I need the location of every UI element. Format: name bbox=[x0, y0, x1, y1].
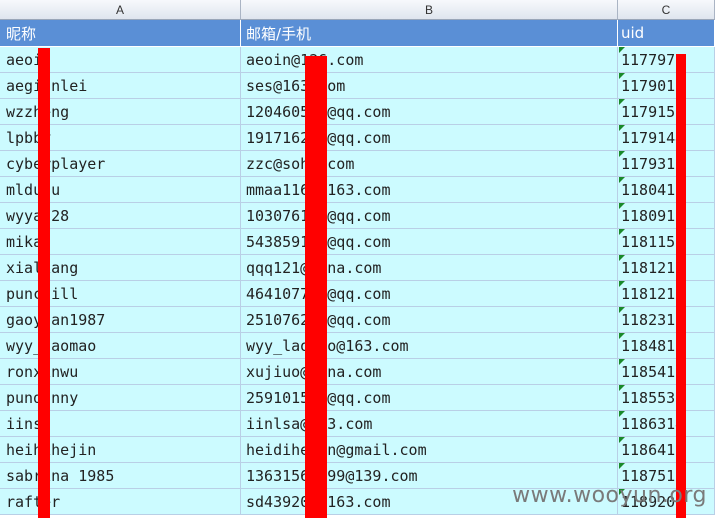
cell-email[interactable]: aeoin@126.com bbox=[241, 47, 618, 72]
redaction-bar-email bbox=[305, 56, 327, 518]
redaction-bar-uid bbox=[676, 54, 686, 518]
cell-nickname[interactable]: aeoin bbox=[0, 47, 241, 72]
column-header-b[interactable]: B bbox=[241, 0, 618, 20]
header-cell-email[interactable]: 邮箱/手机 bbox=[241, 20, 618, 46]
cell-nickname[interactable]: aegianlei bbox=[0, 73, 241, 98]
cell-uid[interactable]: 1184819 bbox=[618, 333, 715, 358]
cell-uid[interactable]: 1181155 bbox=[618, 229, 715, 254]
number-as-text-indicator-icon bbox=[619, 47, 625, 53]
number-as-text-indicator-icon bbox=[619, 411, 625, 417]
cell-uid[interactable]: 1180413 bbox=[618, 177, 715, 202]
data-rows: aeoinaeoin@126.com1177978aegianleises@16… bbox=[0, 47, 715, 515]
number-as-text-indicator-icon bbox=[619, 359, 625, 365]
table-row: wyy_laomao wyy_laomao@163.com 1184819 bbox=[0, 333, 715, 359]
table-row: lpbby191716244@qq.com1179144 bbox=[0, 125, 715, 151]
cell-uid[interactable]: 1179155 bbox=[618, 99, 715, 124]
cell-nickname[interactable]: cyberplayer bbox=[0, 151, 241, 176]
cell-email[interactable]: 543859120@qq.com bbox=[241, 229, 618, 254]
cell-nickname[interactable]: mikan bbox=[0, 229, 241, 254]
number-as-text-indicator-icon bbox=[619, 151, 625, 157]
cell-email[interactable]: mmaa1163@163.com bbox=[241, 177, 618, 202]
table-row: pundanny259101595@qq.com1185538 bbox=[0, 385, 715, 411]
cell-uid[interactable]: 1179015 bbox=[618, 73, 715, 98]
cell-nickname[interactable]: gaoyuan1987 bbox=[0, 307, 241, 332]
number-as-text-indicator-icon bbox=[619, 99, 625, 105]
cell-uid[interactable]: 1186411 bbox=[618, 437, 715, 462]
cell-email[interactable]: zzc@sohu.com bbox=[241, 151, 618, 176]
cell-nickname[interactable]: xialiang bbox=[0, 255, 241, 280]
table-row: aegianleises@163.com1179015 bbox=[0, 73, 715, 99]
cell-nickname[interactable]: wzzheng bbox=[0, 99, 241, 124]
cell-nickname[interactable]: iinsa bbox=[0, 411, 241, 436]
cell-nickname[interactable]: wyyan28 bbox=[0, 203, 241, 228]
cell-email[interactable]: 103076128@qq.com bbox=[241, 203, 618, 228]
cell-email[interactable]: 464107721@qq.com bbox=[241, 281, 618, 306]
cell-nickname[interactable]: rafter bbox=[0, 489, 241, 514]
table-row: xialiangqqq121@sina.com1181212 bbox=[0, 255, 715, 281]
table-row: iinsaiinlsa@163.com1186314 bbox=[0, 411, 715, 437]
cell-uid[interactable]: 1185411 bbox=[618, 359, 715, 384]
table-row: mikan543859120@qq.com1181155 bbox=[0, 229, 715, 255]
cell-email[interactable]: 120460514@qq.com bbox=[241, 99, 618, 124]
number-as-text-indicator-icon bbox=[619, 177, 625, 183]
table-row: cyberplayer zzc@sohu.com 1179311 bbox=[0, 151, 715, 177]
cell-nickname[interactable]: ronxinwu bbox=[0, 359, 241, 384]
number-as-text-indicator-icon bbox=[619, 281, 625, 287]
number-as-text-indicator-icon bbox=[619, 385, 625, 391]
cell-email[interactable]: 191716244@qq.com bbox=[241, 125, 618, 150]
number-as-text-indicator-icon bbox=[619, 73, 625, 79]
table-row: aeoinaeoin@126.com1177978 bbox=[0, 47, 715, 73]
number-as-text-indicator-icon bbox=[619, 255, 625, 261]
cell-uid[interactable]: 1179144 bbox=[618, 125, 715, 150]
cell-email[interactable]: ses@163.com bbox=[241, 73, 618, 98]
cell-email[interactable]: heidihejin@gmail.com bbox=[241, 437, 618, 462]
cell-nickname[interactable]: pundanny bbox=[0, 385, 241, 410]
cell-uid[interactable]: 1181212 bbox=[618, 255, 715, 280]
cell-nickname[interactable]: heihihejin bbox=[0, 437, 241, 462]
cell-uid[interactable]: 1186314 bbox=[618, 411, 715, 436]
number-as-text-indicator-icon bbox=[619, 125, 625, 131]
cell-nickname[interactable]: lpbby bbox=[0, 125, 241, 150]
cell-uid[interactable]: 1179311 bbox=[618, 151, 715, 176]
column-header-a[interactable]: A bbox=[0, 0, 241, 20]
table-row: wyyan28103076128@qq.com1180911 bbox=[0, 203, 715, 229]
cell-email[interactable]: qqq121@sina.com bbox=[241, 255, 618, 280]
number-as-text-indicator-icon bbox=[619, 203, 625, 209]
number-as-text-indicator-icon bbox=[619, 307, 625, 313]
header-row: 昵称 邮箱/手机 uid bbox=[0, 20, 715, 47]
table-row: ronxinwuxujiuo@sina.com1185411 bbox=[0, 359, 715, 385]
cell-uid[interactable]: 1180911 bbox=[618, 203, 715, 228]
number-as-text-indicator-icon bbox=[619, 463, 625, 469]
table-row: mldudummaa1163@163.com1180413 bbox=[0, 177, 715, 203]
watermark-text: www.wooyun.org bbox=[512, 483, 707, 508]
cell-uid[interactable]: 1181219 bbox=[618, 281, 715, 306]
cell-email[interactable]: 251076234@qq.com bbox=[241, 307, 618, 332]
table-row: punchill464107721@qq.com1181219 bbox=[0, 281, 715, 307]
cell-uid[interactable]: 1177978 bbox=[618, 47, 715, 72]
number-as-text-indicator-icon bbox=[619, 437, 625, 443]
table-row: gaoyuan1987251076234@qq.com1182312 bbox=[0, 307, 715, 333]
cell-nickname[interactable]: mldudu bbox=[0, 177, 241, 202]
header-cell-nickname[interactable]: 昵称 bbox=[0, 20, 241, 46]
number-as-text-indicator-icon bbox=[619, 333, 625, 339]
cell-nickname[interactable]: sabrina 1985 bbox=[0, 463, 241, 488]
cell-email[interactable]: wyy_laomao@163.com bbox=[241, 333, 618, 358]
cell-nickname[interactable]: wyy_laomao bbox=[0, 333, 241, 358]
spreadsheet-grid: 昵称 邮箱/手机 uid aeoinaeoin@126.com1177978ae… bbox=[0, 20, 715, 515]
cell-email[interactable]: xujiuo@sina.com bbox=[241, 359, 618, 384]
cell-nickname[interactable]: punchill bbox=[0, 281, 241, 306]
header-cell-uid[interactable]: uid bbox=[618, 20, 715, 46]
cell-email[interactable]: 259101595@qq.com bbox=[241, 385, 618, 410]
column-header-c[interactable]: C bbox=[618, 0, 715, 20]
cell-email[interactable]: iinlsa@163.com bbox=[241, 411, 618, 436]
table-row: wzzheng120460514@qq.com1179155 bbox=[0, 99, 715, 125]
cell-uid[interactable]: 1185538 bbox=[618, 385, 715, 410]
cell-uid[interactable]: 1182312 bbox=[618, 307, 715, 332]
number-as-text-indicator-icon bbox=[619, 229, 625, 235]
table-row: heihihejin heidihejin@gmail.com 1186411 bbox=[0, 437, 715, 463]
redaction-bar-nickname bbox=[38, 48, 50, 518]
